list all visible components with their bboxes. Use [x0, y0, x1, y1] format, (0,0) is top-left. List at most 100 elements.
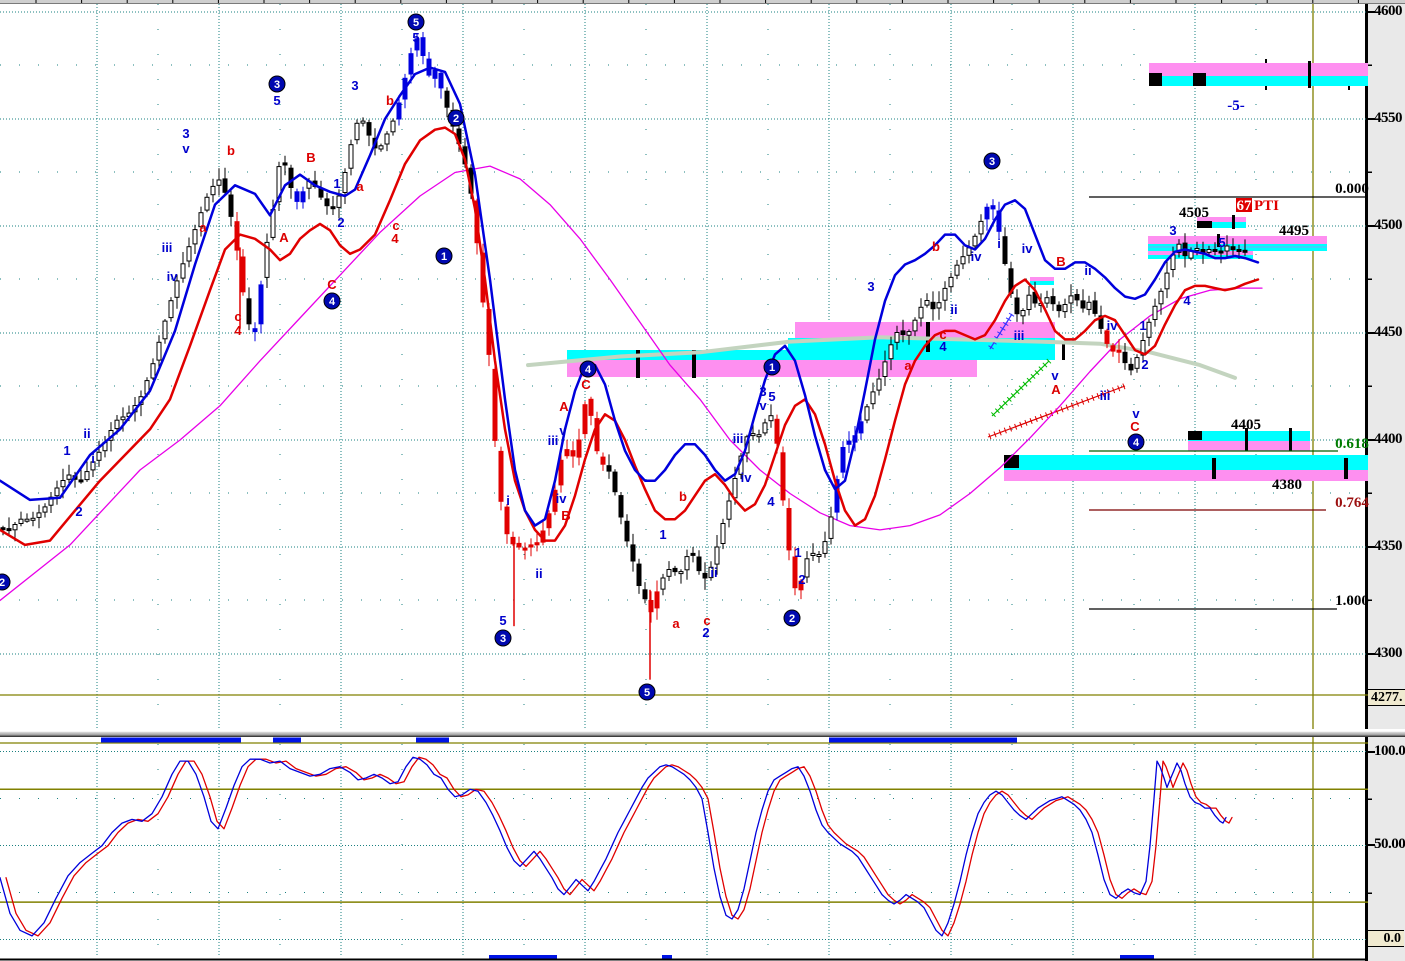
wave-label: 5 — [499, 613, 506, 628]
svg-text:4405: 4405 — [1231, 417, 1261, 433]
wave-label: B — [306, 150, 315, 165]
wave-label: b — [932, 239, 940, 254]
wave-label: 2 — [798, 572, 805, 587]
svg-text:5: 5 — [644, 687, 650, 699]
wave-label: c — [234, 309, 241, 324]
circled-wave-label: 2 — [447, 109, 465, 127]
wave-label: A — [1051, 382, 1061, 397]
wave-label: i — [997, 236, 1001, 251]
chart-window: 4600 4550 4500 4450 4400 4350 4300 100.0 50.00 4… — [0, 0, 1405, 961]
wave-label: b — [227, 143, 235, 158]
wave-label: a — [199, 220, 207, 235]
svg-text:-5-: -5- — [1227, 98, 1245, 114]
ma-red-line — [0, 126, 1260, 547]
wave-label: 4 — [234, 323, 242, 338]
wave-label: ii — [83, 426, 90, 441]
svg-text:4: 4 — [1133, 437, 1140, 449]
svg-text:0.618: 0.618 — [1335, 436, 1369, 452]
wave-label: 2 — [337, 215, 344, 230]
circled-wave-label: 1 — [435, 247, 453, 265]
svg-text:5: 5 — [413, 17, 419, 29]
wave-label: iv — [741, 470, 753, 485]
circled-wave-label: 4 — [323, 292, 341, 310]
wave-label: 1 — [333, 176, 340, 191]
wave-label: 5 — [1218, 235, 1225, 250]
axis-ticks — [1368, 11, 1375, 894]
top-axis — [0, 0, 1405, 4]
svg-text:1: 1 — [769, 362, 775, 374]
panel-splitter[interactable] — [0, 729, 1405, 737]
wave-label: iii — [162, 240, 173, 255]
wave-label: 5 — [273, 93, 280, 108]
wave-label: i — [506, 493, 510, 508]
wave-label: iii — [548, 433, 559, 448]
svg-text:2: 2 — [0, 577, 5, 589]
wave-label: v — [559, 423, 567, 438]
wave-label: 2 — [702, 625, 709, 640]
wave-label: 1 — [659, 527, 666, 542]
wave-label: 4 — [391, 231, 399, 246]
wave-label: ii — [950, 302, 957, 317]
svg-text:4: 4 — [329, 296, 336, 308]
wave-label: B — [1056, 254, 1065, 269]
wave-label: iii — [1014, 328, 1025, 343]
svg-text:3: 3 — [500, 633, 506, 645]
wave-label: A — [279, 230, 289, 245]
svg-text:3: 3 — [989, 156, 995, 168]
svg-text:0.000: 0.000 — [1335, 181, 1369, 197]
wave-label: 5 — [768, 389, 775, 404]
svg-text:1: 1 — [441, 251, 447, 263]
wave-label: v — [759, 398, 767, 413]
circled-wave-label: 1 — [763, 358, 781, 376]
wave-label: b — [679, 489, 687, 504]
wave-label: 4 — [767, 494, 775, 509]
wave-label: 1 — [794, 545, 801, 560]
wave-label: iv — [1022, 241, 1034, 256]
wave-label: ii — [535, 566, 542, 581]
svg-text:3: 3 — [274, 79, 280, 91]
wave-label: B — [561, 508, 570, 523]
circled-wave-label: 3 — [494, 629, 512, 647]
wave-label: 4 — [1183, 293, 1191, 308]
wave-label: 1 — [63, 443, 70, 458]
svg-text:2: 2 — [453, 113, 459, 125]
svg-text:67: 67 — [1237, 198, 1253, 214]
wave-label: 3 — [351, 78, 358, 93]
svg-text:1.000: 1.000 — [1335, 593, 1369, 609]
svg-text:4: 4 — [585, 364, 592, 376]
wave-label: 3 — [1169, 223, 1176, 238]
wave-label: a — [356, 179, 364, 194]
circled-wave-label: 3 — [268, 75, 286, 93]
circled-wave-label: 2 — [0, 573, 11, 591]
oscillator-lines — [0, 756, 1233, 937]
wave-label: ii — [710, 565, 717, 580]
wave-label: 2 — [75, 504, 82, 519]
chart-canvas[interactable]: .wave{font:bold 13px "Liberation Sans",s… — [0, 0, 1405, 961]
circled-wave-label: 4 — [1127, 433, 1145, 451]
wave-label: v — [182, 141, 190, 156]
svg-text:4505: 4505 — [1179, 205, 1209, 221]
wave-label: ii — [1084, 263, 1091, 278]
wave-label: b — [386, 93, 394, 108]
wave-label: a — [904, 358, 912, 373]
circled-wave-label: 5 — [638, 683, 656, 701]
wave-label: iv — [167, 269, 179, 284]
wave-label: C — [327, 277, 337, 292]
wave-label: C — [1130, 419, 1140, 434]
wave-label: i — [91, 451, 95, 466]
wave-label: v — [1051, 368, 1059, 383]
circled-wave-label: 3 — [983, 152, 1001, 170]
svg-text:2: 2 — [789, 613, 795, 625]
wave-label: 3 — [867, 279, 874, 294]
wave-label: iii — [733, 431, 744, 446]
wave-label: 2 — [1141, 357, 1148, 372]
wave-label: iv — [556, 491, 568, 506]
svg-text:4380: 4380 — [1272, 477, 1302, 493]
wave-label: 3 — [759, 384, 766, 399]
wave-label: 3 — [182, 126, 189, 141]
svg-text:0.764: 0.764 — [1335, 495, 1369, 511]
wave-label: iv — [1107, 318, 1119, 333]
wave-label: 1 — [1139, 318, 1146, 333]
wave-label: 5 — [412, 30, 419, 45]
pti-badge: 67 PTI — [1236, 198, 1279, 214]
